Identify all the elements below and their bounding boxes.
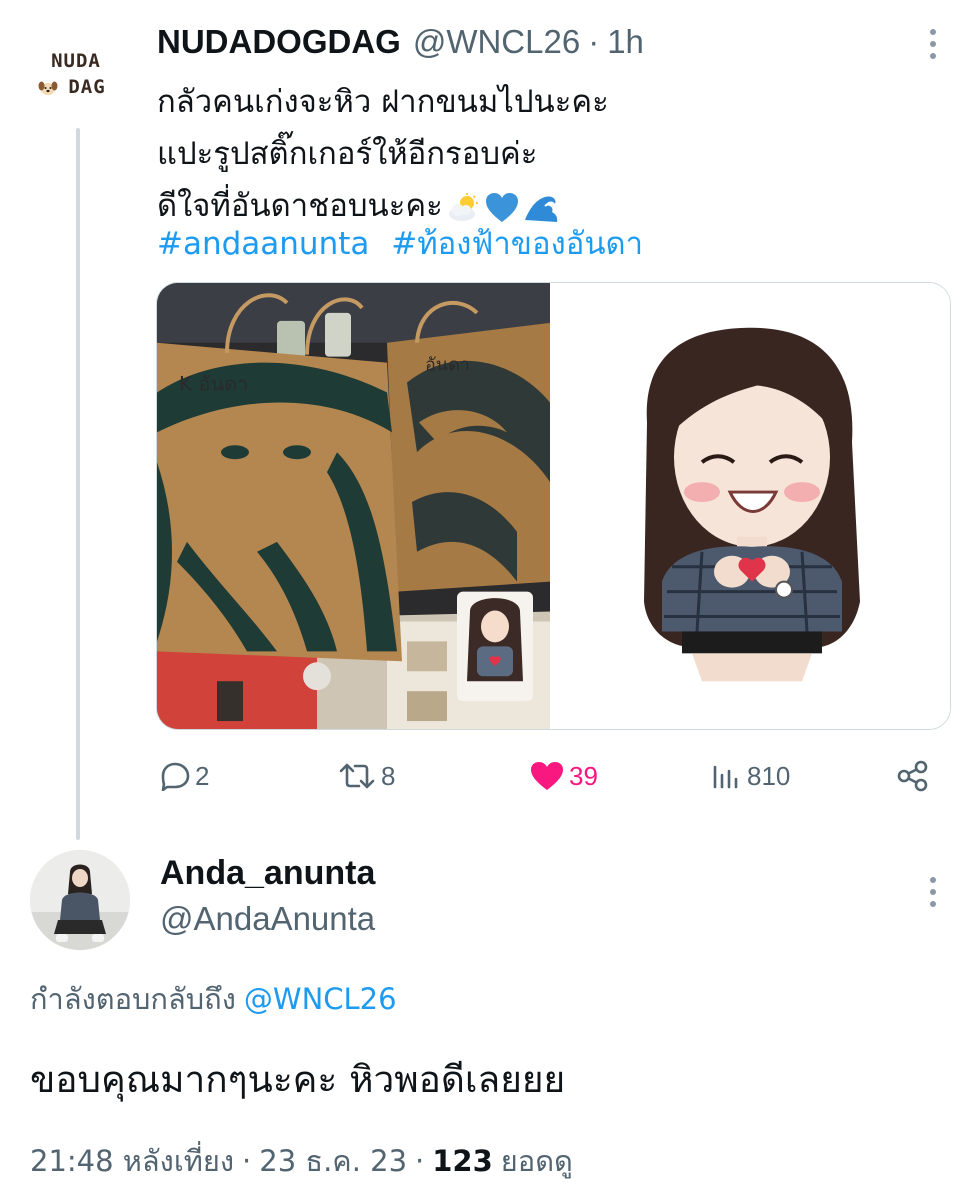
tweet-time[interactable]: 21:48 หลังเที่ยง (30, 1144, 234, 1178)
bag-label-front: K อันดา (179, 372, 248, 396)
author-handle[interactable]: @WNCL26 (413, 23, 580, 61)
tweet-text-line: แปะรูปสติ๊กเกอร์ให้อีกรอบค่ะ (157, 136, 538, 172)
views-count: 810 (747, 760, 791, 791)
like-button[interactable]: 39 (529, 752, 598, 800)
reply-button[interactable]: 2 (157, 752, 209, 800)
reply-count: 2 (195, 760, 210, 791)
photo-coffee-bags[interactable]: K อันดา อันดา (157, 283, 550, 729)
reply-tweet-text: ขอบคุณมากๆนะคะ หิวพอดีเลยยย (30, 1058, 566, 1101)
tweet-date[interactable]: 23 ธ.ค. 23 (259, 1144, 407, 1178)
meta-separator: · (242, 1144, 252, 1178)
tweet-header: NUDADOGDAG @WNCL26 · 1h (157, 20, 644, 64)
bag-label-back: อันดา (425, 355, 470, 376)
avatar-logo-text-top: NUDA (51, 50, 101, 72)
retweet-count: 8 (381, 760, 396, 791)
reply-author-name[interactable]: Anda_anunta (160, 854, 375, 893)
more-options-button[interactable] (918, 24, 948, 64)
analytics-bars-icon (713, 765, 738, 789)
tweet-text-line: กลัวคนเก่งจะหิว ฝากขนมไปนะคะ (157, 84, 609, 120)
hashtag-link[interactable]: #andaanunta (157, 226, 369, 262)
reply-tweet: Anda_anunta @AndaAnunta กำลังตอบกลับถึง @… (0, 840, 975, 1200)
header-separator: · (588, 23, 600, 60)
reply-author-avatar[interactable] (30, 850, 130, 950)
thread-connector-line (76, 128, 80, 840)
more-dot (930, 889, 936, 895)
hashtags: #andaanunta #ท้องฟ้าของอันดา (157, 220, 655, 268)
hashtag-link[interactable]: #ท้องฟ้าของอันดา (391, 226, 643, 262)
meta-separator: · (415, 1144, 425, 1178)
reply-more-options-button[interactable] (918, 872, 948, 912)
avatar-logo-text-bottom: DAG (68, 76, 106, 98)
water-wave-icon (524, 196, 558, 222)
blue-heart-icon (485, 192, 518, 222)
like-count: 39 (569, 760, 598, 791)
avatar-photo (30, 850, 130, 950)
replying-to-mention[interactable]: @WNCL26 (244, 982, 397, 1016)
more-dot (930, 901, 936, 907)
share-button[interactable] (895, 752, 931, 800)
tweet-text-line-content: ดีใจที่อันดาชอบนะคะ (157, 188, 443, 224)
reply-author-handle[interactable]: @AndaAnunta (160, 900, 375, 938)
tweet-actions: 2 8 39 810 (157, 752, 937, 800)
sun-behind-cloud-icon (448, 192, 478, 221)
views-button[interactable]: 810 (709, 752, 790, 800)
reply-icon (161, 762, 190, 791)
more-dot (930, 53, 936, 59)
tweet-timestamp[interactable]: 1h (607, 23, 644, 61)
replying-to: กำลังตอบกลับถึง @WNCL26 (30, 976, 397, 1022)
heart-filled-icon (531, 762, 563, 790)
share-icon (897, 760, 928, 792)
author-avatar[interactable]: NUDA DAG (28, 44, 124, 114)
parent-tweet[interactable]: NUDA DAG NUDADOGDAG @WNCL26 · 1h กลัวคนเ… (0, 0, 975, 840)
views-label: ยอดดู (500, 1144, 573, 1178)
retweet-icon (339, 763, 375, 789)
more-dot (930, 41, 936, 47)
photo-chibi-sticker[interactable] (552, 283, 951, 729)
tweet-text: กลัวคนเก่งจะหิว ฝากขนมไปนะคะ แปะรูปสติ๊ก… (157, 76, 937, 232)
more-dot (930, 877, 936, 883)
more-dot (930, 29, 936, 35)
author-name[interactable]: NUDADOGDAG (157, 23, 401, 61)
views-number: 123 (432, 1144, 493, 1178)
replying-to-label: กำลังตอบกลับถึง (30, 982, 236, 1016)
tweet-metadata: 21:48 หลังเที่ยง · 23 ธ.ค. 23 · 123 ยอดดู (30, 1138, 573, 1184)
retweet-button[interactable]: 8 (337, 752, 395, 800)
tweet-media[interactable]: K อันดา อันดา (156, 282, 951, 730)
